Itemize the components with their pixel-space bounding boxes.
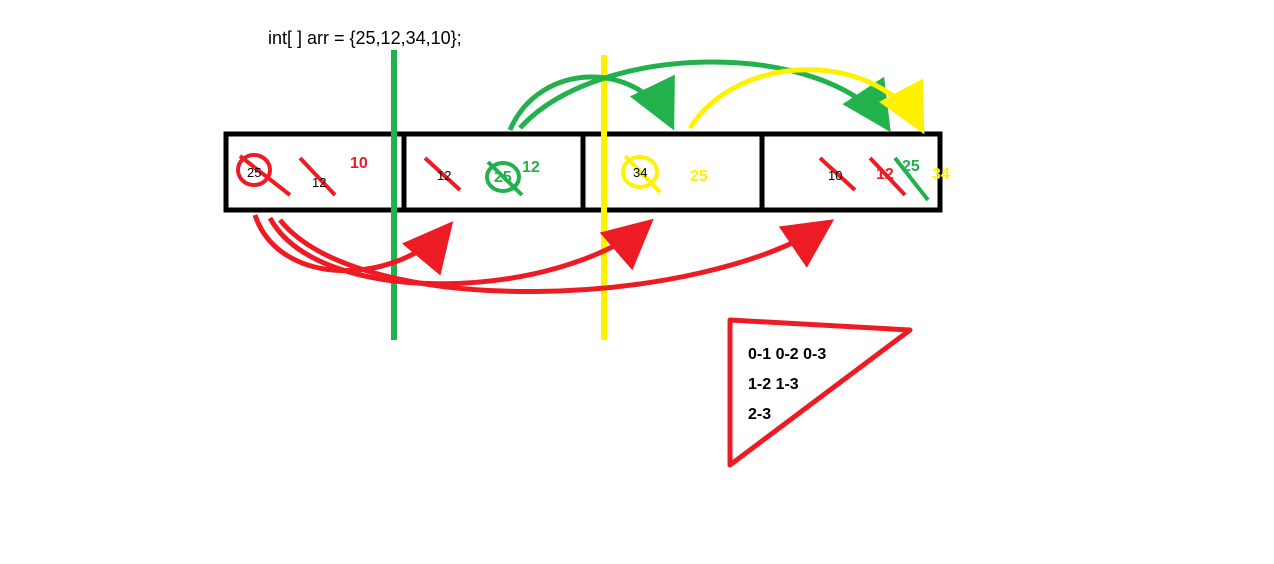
pairs-list: 0-1 0-2 0-3 1-2 1-3 2-3 xyxy=(748,340,826,430)
red-arrow-0-2 xyxy=(270,218,650,284)
cell3-green-25: 25 xyxy=(902,158,920,176)
cell1-val-12: 12 xyxy=(437,168,451,183)
drawing-layer xyxy=(0,0,1274,564)
cell1-green-12: 12 xyxy=(522,159,540,177)
pairs-row-2: 1-2 1-3 xyxy=(748,370,826,400)
cell0-red-10: 10 xyxy=(350,155,368,173)
cell0-val-12: 12 xyxy=(312,175,326,190)
yellow-arrow-2-3 xyxy=(690,70,922,130)
red-arrow-0-3 xyxy=(280,220,830,292)
cell0-val-25: 25 xyxy=(247,165,261,180)
pairs-row-1: 0-1 0-2 0-3 xyxy=(748,340,826,370)
cell1-green-25: 25 xyxy=(494,169,512,187)
cell2-val-34: 34 xyxy=(633,165,647,180)
cell3-red-12: 12 xyxy=(876,166,894,184)
cell2-yellow-25: 25 xyxy=(690,168,708,186)
cell3-val-10: 10 xyxy=(828,168,842,183)
cell3-yellow-34: 34 xyxy=(932,166,950,184)
pairs-row-3: 2-3 xyxy=(748,400,826,430)
